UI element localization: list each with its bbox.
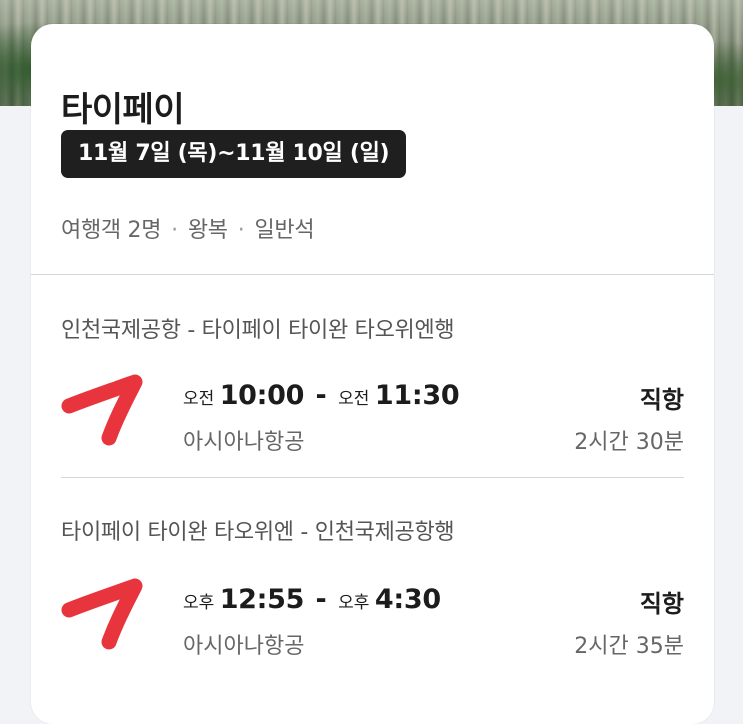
separator-dot: · [237, 218, 245, 243]
flight-duration: 2시간 30분 [574, 430, 684, 455]
airline-swoosh-icon [61, 374, 143, 446]
destination-title: 타이페이 [61, 90, 185, 130]
trip-summary-card: 타이페이 11월 7일 (목)~11월 10일 (일) 여행객 2명 · 왕복 · 일반… [31, 24, 714, 724]
time-dash: - [315, 584, 327, 615]
outbound-route-label: 인천국제공항 - 타이페이 타이완 타오위엔행 [61, 318, 455, 343]
arrive-time: 4:30 [374, 584, 441, 615]
date-range-badge[interactable]: 11월 7일 (목)~11월 10일 (일) [61, 130, 407, 178]
cabin-class: 일반석 [254, 218, 315, 243]
arrive-time: 11:30 [374, 380, 460, 411]
airline-name: 아시아나항공 [183, 634, 305, 659]
depart-period: 오후 [183, 593, 215, 613]
airline-swoosh-icon [61, 578, 143, 650]
depart-time: 10:00 [219, 380, 305, 411]
arrive-period: 오전 [338, 389, 370, 409]
flight-times: 오후 12:55 - 오후 4:30 [183, 584, 441, 615]
trip-type: 왕복 [187, 218, 228, 243]
travelers-count: 여행객 2명 [61, 218, 162, 243]
depart-time: 12:55 [219, 584, 305, 615]
airline-name: 아시아나항공 [183, 430, 305, 455]
time-dash: - [315, 380, 327, 411]
stop-type: 직항 [639, 590, 684, 618]
section-divider [31, 274, 714, 275]
depart-period: 오전 [183, 389, 215, 409]
stop-type: 직항 [639, 386, 684, 414]
arrive-period: 오후 [338, 593, 370, 613]
flight-times: 오전 10:00 - 오전 11:30 [183, 380, 460, 411]
outbound-flight-row[interactable]: 오전 10:00 - 오전 11:30 아시아나항공 직항 2시간 30분 [61, 368, 684, 458]
trip-meta: 여행객 2명 · 왕복 · 일반석 [61, 212, 315, 244]
return-flight-row[interactable]: 오후 12:55 - 오후 4:30 아시아나항공 직항 2시간 35분 [61, 572, 684, 662]
flight-divider [61, 477, 684, 478]
separator-dot: · [171, 218, 178, 243]
return-route-label: 타이페이 타이완 타오위엔 - 인천국제공항행 [61, 520, 455, 545]
flight-duration: 2시간 35분 [574, 634, 684, 659]
